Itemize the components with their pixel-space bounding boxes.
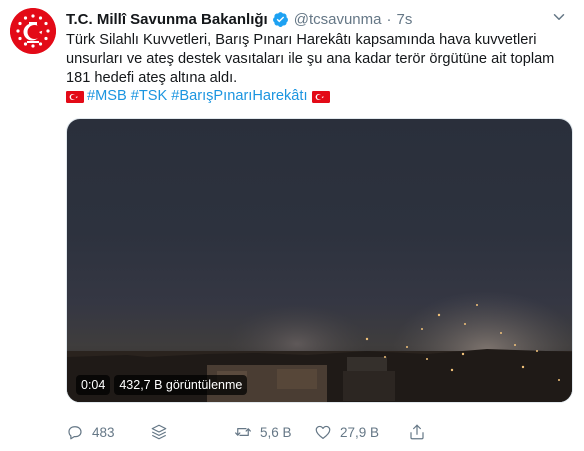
verified-badge-icon	[272, 11, 288, 27]
reply-count: 483	[92, 424, 115, 440]
share-icon	[410, 424, 424, 440]
account-handle[interactable]: @tcsavunma	[294, 11, 382, 28]
reply-icon	[68, 426, 82, 440]
tweet-time[interactable]: 7s	[396, 11, 412, 28]
tweet-text-line: Türk Silahlı Kuvvetleri, Barış Pınarı Ha…	[66, 32, 537, 48]
hashtag-row: #MSB #TSK #BarışPınarıHarekâtı	[66, 87, 333, 106]
like-count: 27,9 B	[340, 424, 380, 440]
retweet-button[interactable]: 5,6 B	[234, 423, 314, 441]
video-frame	[67, 291, 572, 402]
chevron-down-icon[interactable]	[550, 8, 568, 26]
reply-button[interactable]: 483	[66, 423, 150, 441]
video-duration: 0:04	[76, 375, 111, 395]
separator-dot: ·	[386, 10, 392, 28]
tweet-header: T.C. Millî Savunma Bakanlığı @tcsavunma …	[66, 9, 412, 29]
stack-icon	[151, 424, 167, 440]
video-view-count: 432,7 B görüntülenme	[114, 375, 248, 395]
retweet-count: 5,6 B	[260, 424, 292, 440]
msb-logo-icon	[10, 8, 56, 54]
video-player[interactable]: 0:04 432,7 B görüntülenme	[66, 118, 573, 403]
like-button[interactable]: 27,9 B	[314, 423, 408, 441]
share-button[interactable]	[408, 423, 426, 441]
turkish-flag-icon	[66, 90, 84, 103]
hashtag-tsk[interactable]: #TSK	[131, 87, 168, 106]
tweet-text: Türk Silahlı Kuvvetleri, Barış Pınarı Ha…	[66, 31, 572, 88]
video-overlay: 0:04 432,7 B görüntülenme	[76, 375, 248, 395]
account-name[interactable]: T.C. Millî Savunma Bakanlığı	[66, 11, 268, 28]
retweet-icon	[235, 428, 251, 436]
hashtag-baris-pinari-harekati[interactable]: #BarışPınarıHarekâtı	[171, 87, 307, 106]
tweet[interactable]: T.C. Millî Savunma Bakanlığı @tcsavunma …	[0, 0, 584, 451]
heart-icon	[315, 425, 331, 439]
turkish-flag-icon	[311, 90, 330, 103]
avatar[interactable]	[10, 8, 56, 54]
tweet-text-line: 181 hedefi ateş altına aldı.	[66, 70, 238, 86]
tweet-text-line: unsurları ve ateş destek vasıtaları ile …	[66, 51, 555, 67]
stack-button[interactable]	[150, 423, 234, 441]
hashtag-msb[interactable]: #MSB	[87, 87, 127, 106]
tweet-actions: 483 5,6 B 27,9 B	[66, 421, 572, 443]
